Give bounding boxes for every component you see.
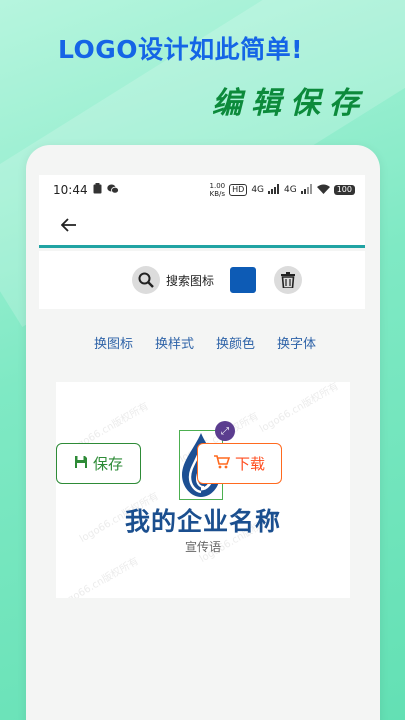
trash-icon[interactable] [274,266,302,294]
download-button[interactable]: 下载 [197,443,282,484]
clipboard-icon [93,183,102,197]
save-disk-icon [74,455,88,473]
slogan-text[interactable]: 宣传语 [56,538,350,555]
search-icon [131,266,160,294]
wifi-icon [316,184,330,197]
network-4g-2: 4G [284,185,297,195]
tab-change-icon[interactable]: 换图标 [94,333,133,352]
back-arrow-icon[interactable] [60,213,77,237]
logo-canvas[interactable]: logo66.cn版权所有 logo66.cn版权所有 logo66.cn版权所… [56,382,350,598]
save-button[interactable]: 保存 [56,443,141,484]
promo-headline: LOGO设计如此简单! [58,35,303,64]
status-bar: 10:44 1.00 KB/s HD 4G 4G 100 [39,175,365,205]
company-name-text[interactable]: 我的企业名称 [56,502,350,538]
tab-change-color[interactable]: 换颜色 [216,333,255,352]
status-time: 10:44 [53,183,88,197]
download-label: 下载 [234,455,265,473]
app-toolbar [39,205,365,248]
action-buttons: 保存 下载 [56,443,282,484]
resize-handle-icon[interactable]: ⤢ [215,421,235,441]
signal-icon [300,183,313,197]
tab-change-style[interactable]: 换样式 [155,333,194,352]
watermark: logo66.cn版权所有 [258,382,341,435]
watermark: logo66.cn版权所有 [58,555,141,598]
battery-icon: 100 [333,185,355,195]
editor-tools: 搜索图标 [39,251,365,309]
cart-icon [213,454,231,473]
signal-icon [268,183,280,197]
hd-badge: HD [229,184,248,196]
edit-tabs: 换图标 换样式 换颜色 换字体 [39,333,365,352]
network-speed: 1.00 KB/s [209,182,226,198]
tab-change-font[interactable]: 换字体 [277,333,316,352]
network-4g-1: 4G [251,185,265,195]
wechat-icon [106,183,119,197]
save-label: 保存 [92,455,123,473]
search-icon-button[interactable]: 搜索图标 [131,266,214,294]
search-label: 搜索图标 [165,273,214,288]
promo-subline: 编辑保存 [212,86,368,121]
color-swatch[interactable] [230,267,256,293]
